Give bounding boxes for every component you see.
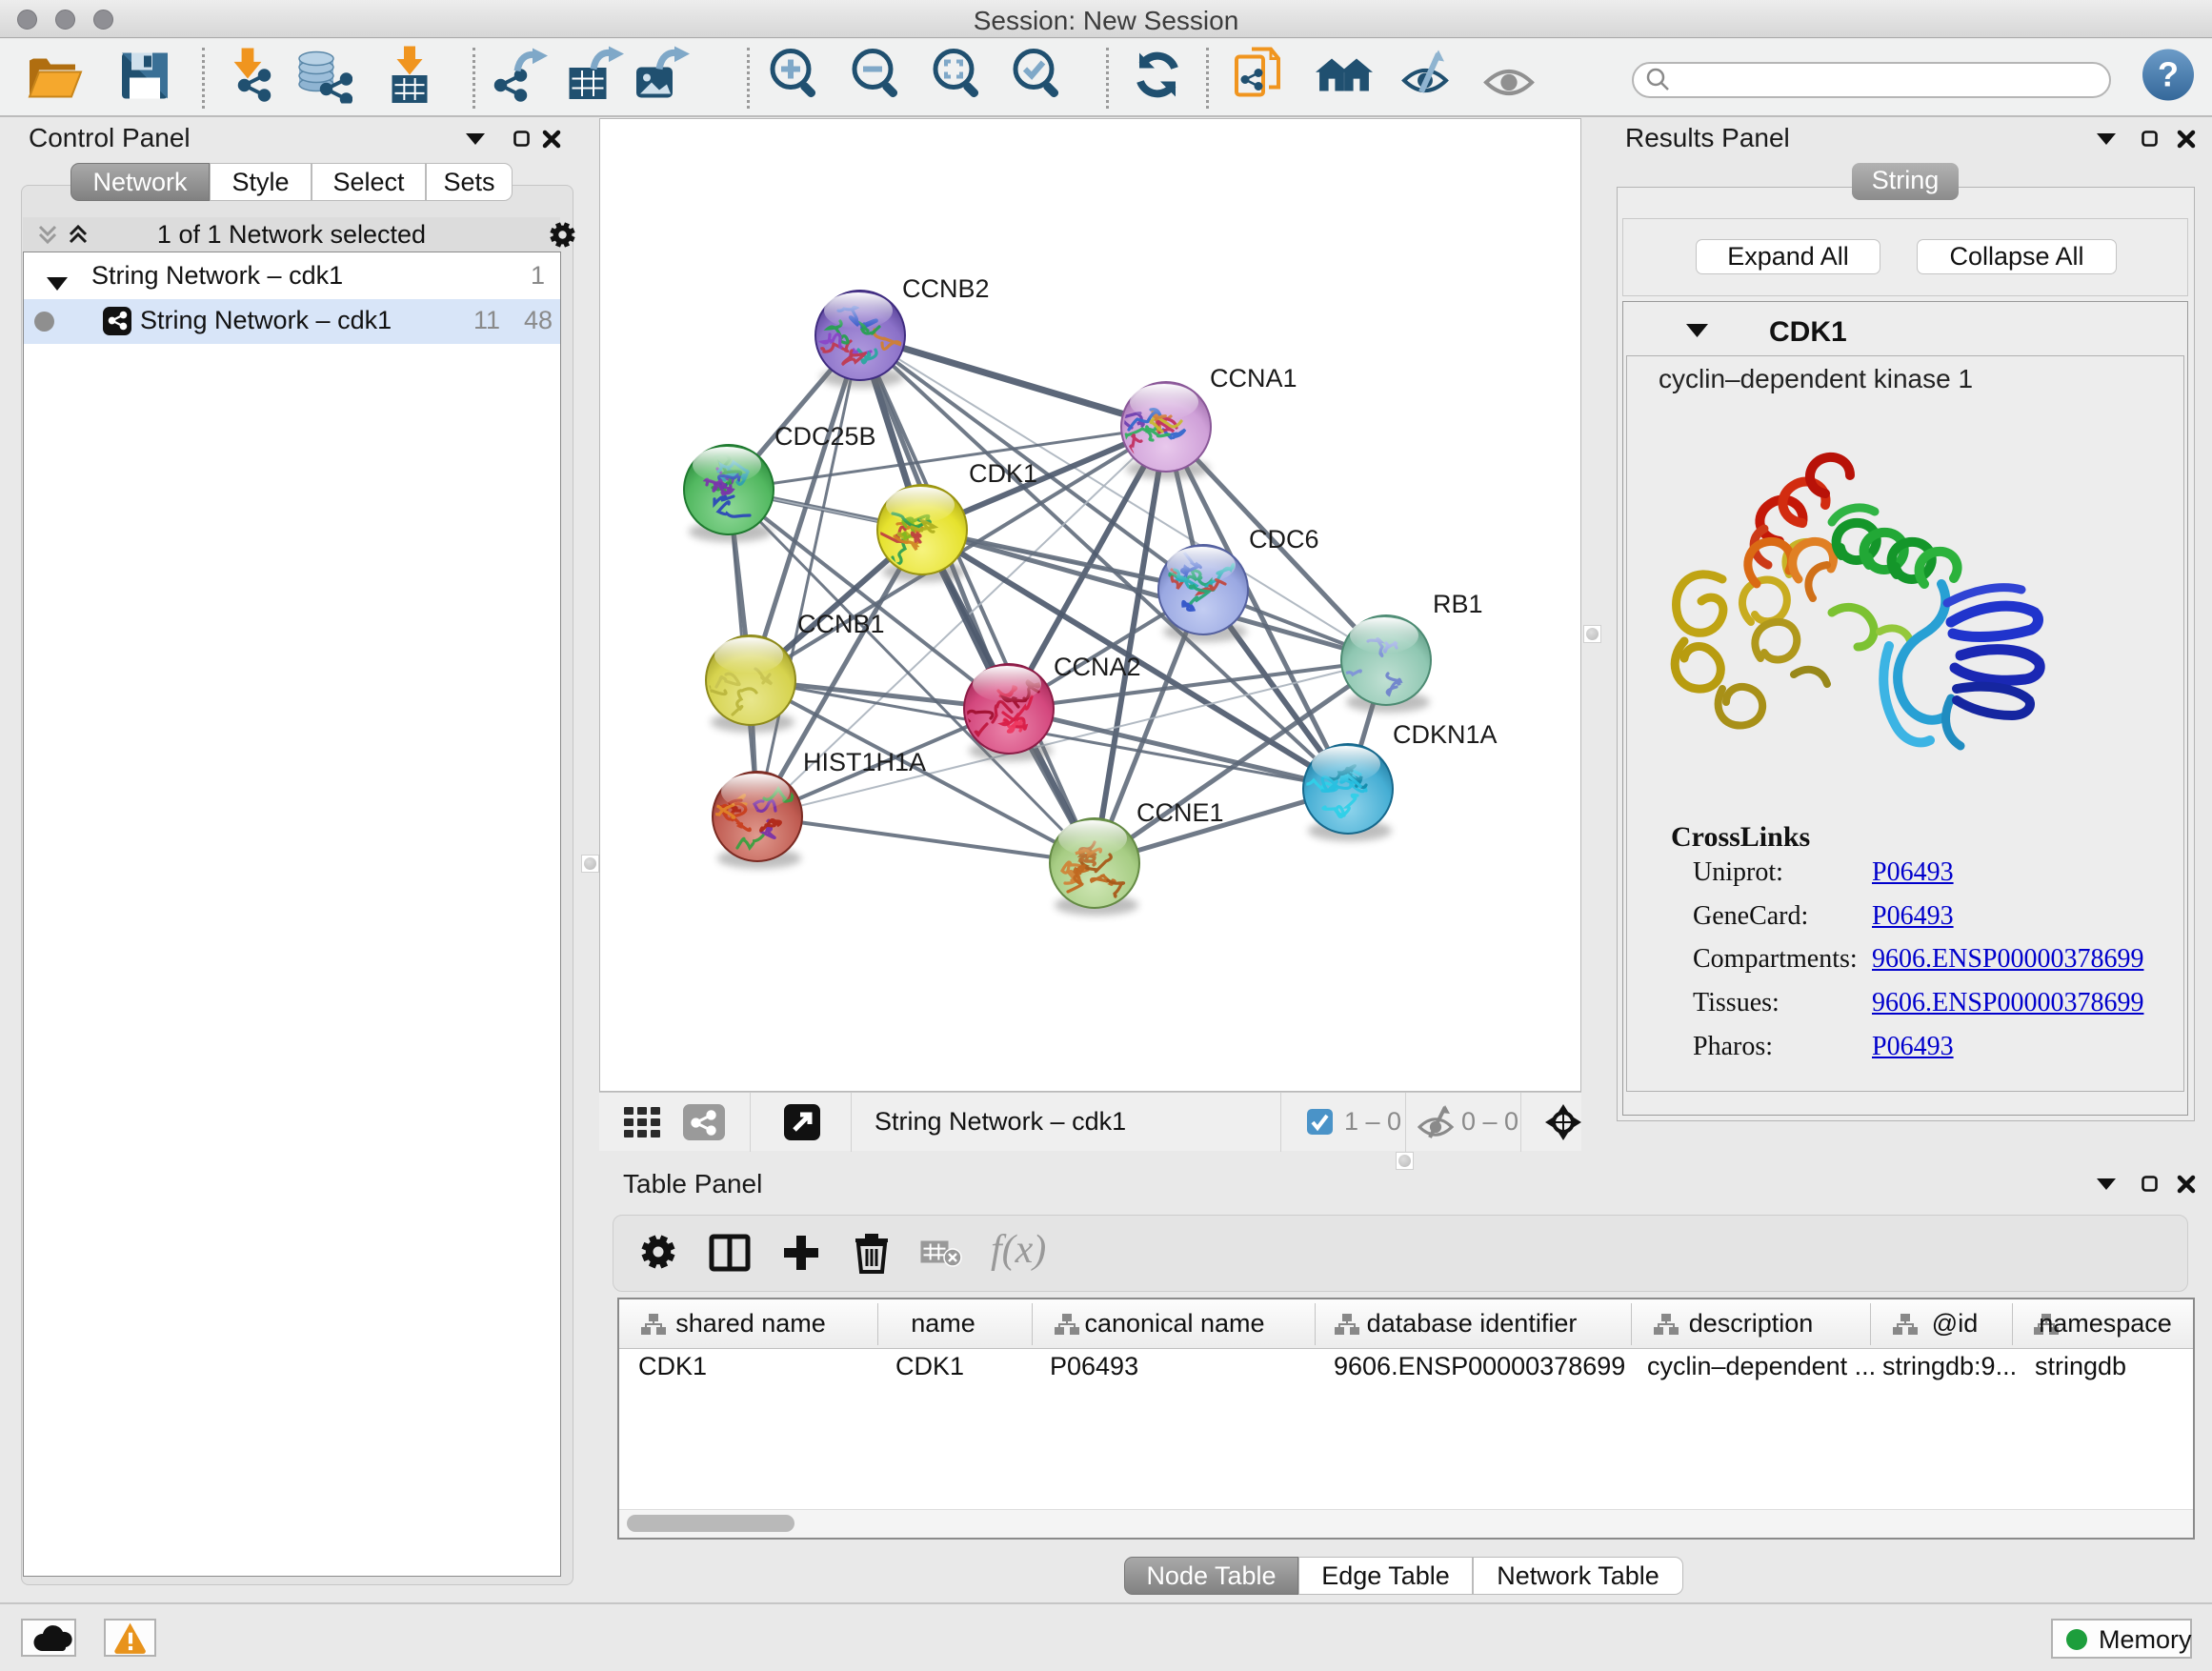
svg-text:CCNB2: CCNB2 [902,274,990,303]
svg-text:?: ? [2158,55,2179,94]
svg-text:CCNB1: CCNB1 [797,610,885,638]
svg-text:RB1: RB1 [1433,590,1483,618]
svg-text:CDKN1A: CDKN1A [1393,720,1498,749]
svg-text:CDC25B: CDC25B [774,422,876,451]
svg-text:HIST1H1A: HIST1H1A [803,748,926,776]
svg-text:CDK1: CDK1 [969,459,1037,488]
svg-text:CDC6: CDC6 [1249,525,1319,554]
svg-text:CCNA1: CCNA1 [1210,364,1297,393]
svg-text:CCNE1: CCNE1 [1136,798,1224,827]
svg-text:CCNA2: CCNA2 [1054,653,1141,681]
